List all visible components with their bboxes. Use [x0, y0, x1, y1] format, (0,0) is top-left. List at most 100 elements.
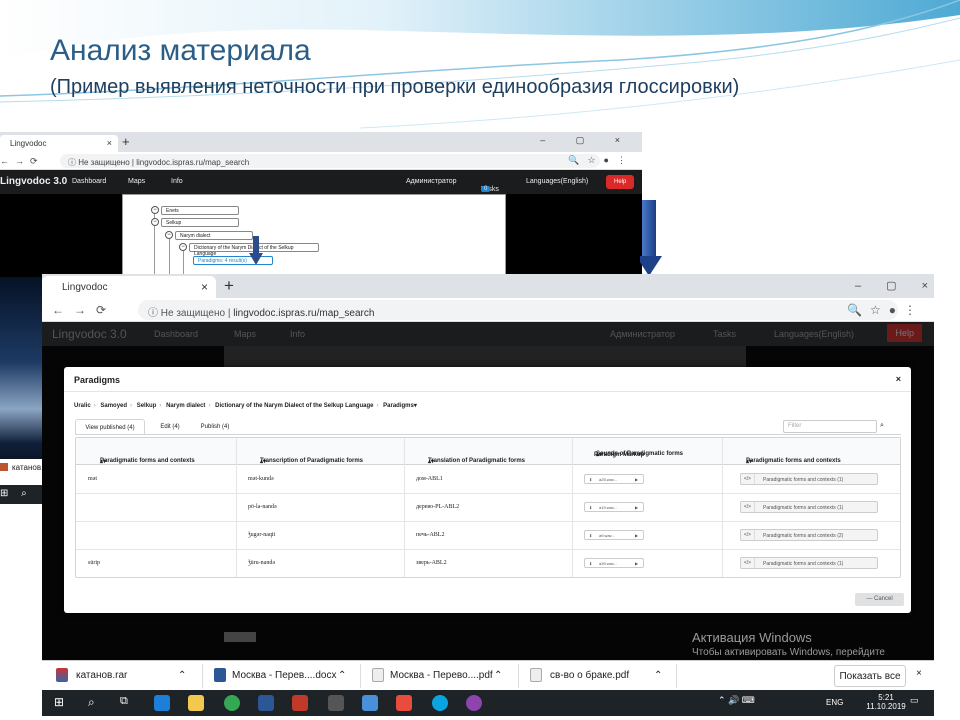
app-icon[interactable] — [466, 695, 482, 711]
close-icon[interactable]: × — [107, 138, 112, 148]
chrome-icon[interactable] — [224, 695, 240, 711]
nav-dashboard[interactable]: Dashboard — [154, 329, 198, 339]
play-icon[interactable]: ▶ — [635, 477, 638, 482]
breadcrumb-item[interactable]: Narym dialect — [166, 403, 205, 409]
download-item-1[interactable]: катанов.rar — [76, 670, 127, 681]
url-field[interactable]: ⓘ Не защищено | lingvodoc.ispras.ru/map_… — [138, 300, 898, 320]
clock[interactable]: 5:21 11.10.2019 — [866, 693, 906, 711]
column-header[interactable]: Transcription of Paradigmatic forms ▴▾ — [236, 438, 404, 465]
toolbar-icons[interactable]: 🔍☆●⋮ — [568, 155, 634, 166]
app-icon[interactable] — [292, 695, 308, 711]
download-icon[interactable]: ⬇ — [589, 505, 592, 510]
bg-nav-info[interactable]: Info — [171, 178, 183, 185]
download-icon[interactable]: ⬇ — [589, 477, 592, 482]
skype-icon[interactable] — [432, 695, 448, 711]
close-downloads-icon[interactable]: × — [916, 668, 922, 679]
windows-start-icon[interactable]: ⊞ — [54, 695, 64, 709]
windows-icon[interactable]: ⊞ — [0, 488, 8, 499]
filter-input[interactable]: Filter — [783, 420, 877, 433]
tree-node-enets[interactable]: Enets — [161, 206, 239, 215]
notification-icon[interactable]: ▭ — [910, 695, 919, 706]
column-header[interactable]: Paradigmatic forms and contexts ▴▾ — [722, 438, 900, 465]
search-icon[interactable]: ⌕ — [880, 422, 884, 430]
bg-url-field[interactable]: ⓘ Не защищено | lingvodoc.ispras.ru/map_… — [60, 154, 600, 168]
new-tab-icon[interactable]: + — [122, 134, 130, 149]
tree-toggle-icon[interactable]: − — [179, 243, 187, 251]
contexts-button[interactable]: </> Paradigmatic forms and contexts (1) — [740, 473, 878, 485]
bg-tab[interactable]: Lingvodoc × — [0, 135, 118, 152]
bg-nav-dashboard[interactable]: Dashboard — [72, 178, 106, 185]
close-tab-icon[interactable]: × — [201, 280, 208, 294]
cancel-button[interactable]: — Cancel — [855, 593, 904, 606]
window-controls-icon[interactable]: – ▢ × — [540, 135, 634, 146]
play-icon[interactable]: ▶ — [635, 561, 638, 566]
download-item-4[interactable]: св-во о браке.pdf — [550, 670, 629, 681]
edge-icon[interactable] — [154, 695, 170, 711]
modal-close-icon[interactable]: × — [896, 374, 901, 384]
sort-icon[interactable]: ▴▾ — [746, 458, 752, 465]
breadcrumb-item[interactable]: Samoyed — [100, 403, 127, 409]
tree-node-selkup[interactable]: Selkup — [161, 218, 239, 227]
column-header[interactable]: Translation of Paradigmatic forms ▴▾ — [404, 438, 572, 465]
bg-nav-languages[interactable]: Languages(English) — [526, 178, 588, 185]
nav-info[interactable]: Info — [290, 329, 305, 339]
contexts-button[interactable]: </> Paradigmatic forms and contexts (2) — [740, 529, 878, 541]
tab-view-published[interactable]: View published (4) — [75, 419, 145, 435]
chevron-up-icon[interactable]: ⌃ — [338, 670, 346, 681]
new-tab-icon[interactable]: + — [224, 276, 234, 296]
sort-icon[interactable]: ▴▾ — [100, 458, 106, 465]
sort-icon[interactable]: ▴▾ — [260, 458, 266, 465]
audio-player[interactable]: ⬇ a39.wav... ▶ — [584, 558, 644, 568]
play-icon[interactable]: ▶ — [635, 533, 638, 538]
audio-player[interactable]: ⬇ a19.wav... ▶ — [584, 502, 644, 512]
window-controls-icon[interactable]: – ▢ × — [855, 279, 928, 292]
calculator-icon[interactable] — [328, 695, 344, 711]
sort-icon[interactable]: ▴▾ — [428, 458, 434, 465]
bg-nav-maps[interactable]: Maps — [128, 178, 145, 185]
audio-player[interactable]: ⬇ a25.wav... ▶ — [584, 474, 644, 484]
task-view-icon[interactable]: ⧉ — [120, 695, 128, 708]
chevron-up-icon[interactable]: ⌃ — [654, 670, 662, 681]
contexts-button[interactable]: </> Paradigmatic forms and contexts (1) — [740, 557, 878, 569]
browser-tab[interactable]: Lingvodoc × — [42, 276, 216, 298]
nav-arrows-icon[interactable]: ←→⟳ — [0, 156, 44, 167]
download-icon[interactable]: ⬇ — [589, 533, 592, 538]
nav-tasks[interactable]: Tasks — [713, 329, 736, 339]
breadcrumb-item[interactable]: Uralic — [74, 403, 91, 409]
dropdown-icon[interactable]: ▾ — [414, 403, 417, 409]
breadcrumb-item[interactable]: Paradigms — [383, 403, 414, 409]
tree-toggle-icon[interactable]: − — [151, 218, 159, 226]
tab-edit[interactable]: Edit (4) — [153, 419, 187, 435]
chevron-up-icon[interactable]: ⌃ — [178, 670, 186, 681]
folder-icon[interactable] — [188, 695, 204, 711]
download-item-3[interactable]: Москва - Перево....pdf — [390, 670, 493, 681]
column-header[interactable]: Sounds of Paradigmatic forms ▴▾ Paradigm … — [572, 438, 722, 465]
nav-languages[interactable]: Languages(English) — [774, 329, 854, 339]
toolbar-icons[interactable]: 🔍☆●⋮ — [847, 303, 924, 317]
tray-icons[interactable]: ⌃ 🔊 ⌨ — [718, 695, 755, 706]
nav-arrows-icon[interactable]: ←→⟳ — [52, 303, 116, 317]
app-icon[interactable] — [362, 695, 378, 711]
download-icon[interactable]: ⬇ — [589, 561, 592, 566]
tab-publish[interactable]: Publish (4) — [195, 419, 235, 435]
language-indicator[interactable]: ENG — [826, 698, 843, 707]
contexts-button[interactable]: </> Paradigmatic forms and contexts (1) — [740, 501, 878, 513]
nav-admin[interactable]: Администратор — [610, 329, 675, 339]
tree-toggle-icon[interactable]: − — [165, 231, 173, 239]
bg-nav-admin[interactable]: Администратор — [406, 178, 457, 185]
word-icon[interactable] — [258, 695, 274, 711]
show-all-button[interactable]: Показать все — [834, 665, 906, 687]
search-icon[interactable]: ⌕ — [21, 488, 27, 499]
tree-toggle-icon[interactable]: − — [151, 206, 159, 214]
download-item-2[interactable]: Москва - Перев....docx — [232, 670, 336, 681]
tree-node-narym[interactable]: Narym dialect — [175, 231, 253, 240]
column-header[interactable]: Paradigmatic forms and contexts ▴▾ — [76, 438, 236, 465]
audio-player[interactable]: ⬇ a9.wav... ▶ — [584, 530, 644, 540]
breadcrumb-item[interactable]: Selkup — [137, 403, 157, 409]
nav-maps[interactable]: Maps — [234, 329, 256, 339]
chevron-up-icon[interactable]: ⌃ — [494, 670, 502, 681]
bg-help-button[interactable]: Help — [606, 175, 635, 189]
help-button[interactable]: Help — [887, 324, 922, 342]
search-icon[interactable]: ⌕ — [88, 695, 95, 710]
pdf-reader-icon[interactable] — [396, 695, 412, 711]
